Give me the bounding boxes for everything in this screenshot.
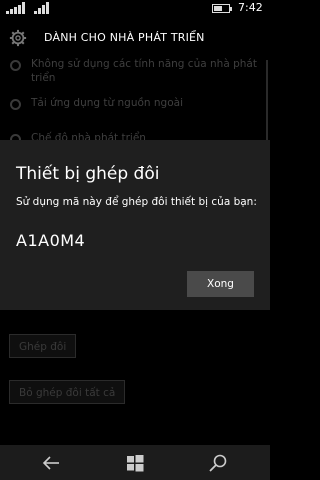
option-label-sideload: Tải ứng dụng từ nguồn ngoài: [31, 97, 183, 109]
scrollbar[interactable]: [266, 60, 268, 140]
page-title: DÀNH CHO NHÀ PHÁT TRIỂN: [44, 31, 205, 44]
page-header: DÀNH CHO NHÀ PHÁT TRIỂN: [0, 18, 270, 58]
status-bar: 7:42: [0, 0, 270, 18]
dialog-message: Sử dụng mã này để ghép đôi thiết bị của …: [16, 196, 257, 208]
windows-icon[interactable]: [125, 453, 145, 473]
radio-option-sideload[interactable]: [10, 99, 21, 110]
pairing-dialog: Thiết bị ghép đôi Sử dụng mã này để ghép…: [0, 140, 270, 310]
navigation-bar: [0, 445, 270, 480]
pairing-code: A1A0M4: [16, 231, 86, 250]
search-icon[interactable]: [208, 453, 228, 473]
clock: 7:42: [238, 1, 263, 14]
done-button[interactable]: Xong: [187, 271, 254, 297]
signal-icon: [6, 2, 25, 14]
back-icon[interactable]: [41, 453, 61, 473]
battery-icon: [212, 4, 232, 13]
pair-button[interactable]: Ghép đôi: [9, 334, 77, 358]
option-label-off-line2: triển: [31, 72, 56, 84]
signal-icon-2: [34, 2, 49, 14]
gear-icon: [9, 29, 27, 47]
dialog-title: Thiết bị ghép đôi: [16, 164, 160, 184]
option-label-off-line1: Không sử dụng các tính năng của nhà phát: [31, 58, 257, 70]
radio-option-off[interactable]: [10, 60, 21, 71]
unpair-all-button[interactable]: Bỏ ghép đôi tất cả: [9, 380, 126, 404]
